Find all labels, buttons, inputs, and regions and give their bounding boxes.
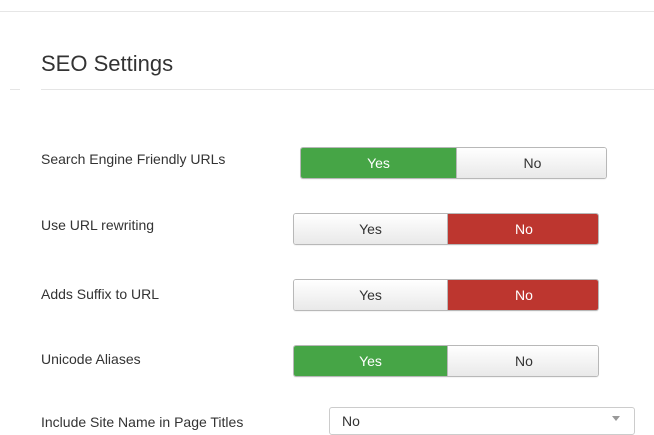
url-rewriting-no-button[interactable]: No — [447, 214, 598, 244]
site-name-titles-select[interactable]: No — [329, 407, 635, 435]
url-suffix-label: Adds Suffix to URL — [41, 286, 160, 302]
url-rewriting-label: Use URL rewriting — [41, 217, 155, 233]
url-suffix-toggle: Yes No — [293, 279, 599, 311]
site-name-titles-label: Include Site Name in Page Titles — [41, 414, 244, 430]
url-rewriting-toggle: Yes No — [293, 213, 599, 245]
site-name-titles-selected-value: No — [342, 413, 360, 429]
sef-urls-label: Search Engine Friendly URLs — [41, 151, 226, 167]
section-title: SEO Settings — [41, 51, 174, 76]
sef-urls-yes-button[interactable]: Yes — [301, 148, 456, 178]
url-suffix-yes-button[interactable]: Yes — [294, 280, 447, 310]
unicode-aliases-no-button[interactable]: No — [447, 346, 598, 376]
url-suffix-no-button[interactable]: No — [447, 280, 598, 310]
url-rewriting-yes-button[interactable]: Yes — [294, 214, 447, 244]
sef-urls-toggle: Yes No — [300, 147, 607, 179]
chevron-down-icon — [612, 416, 620, 421]
unicode-aliases-yes-button[interactable]: Yes — [294, 346, 447, 376]
sef-urls-no-button[interactable]: No — [456, 148, 606, 178]
unicode-aliases-toggle: Yes No — [293, 345, 599, 377]
left-divider-tick — [10, 89, 20, 90]
seo-settings-panel: SEO Settings Search Engine Friendly URLs… — [0, 0, 654, 435]
title-divider — [41, 89, 654, 90]
unicode-aliases-label: Unicode Aliases — [41, 351, 141, 367]
top-divider — [0, 11, 654, 12]
